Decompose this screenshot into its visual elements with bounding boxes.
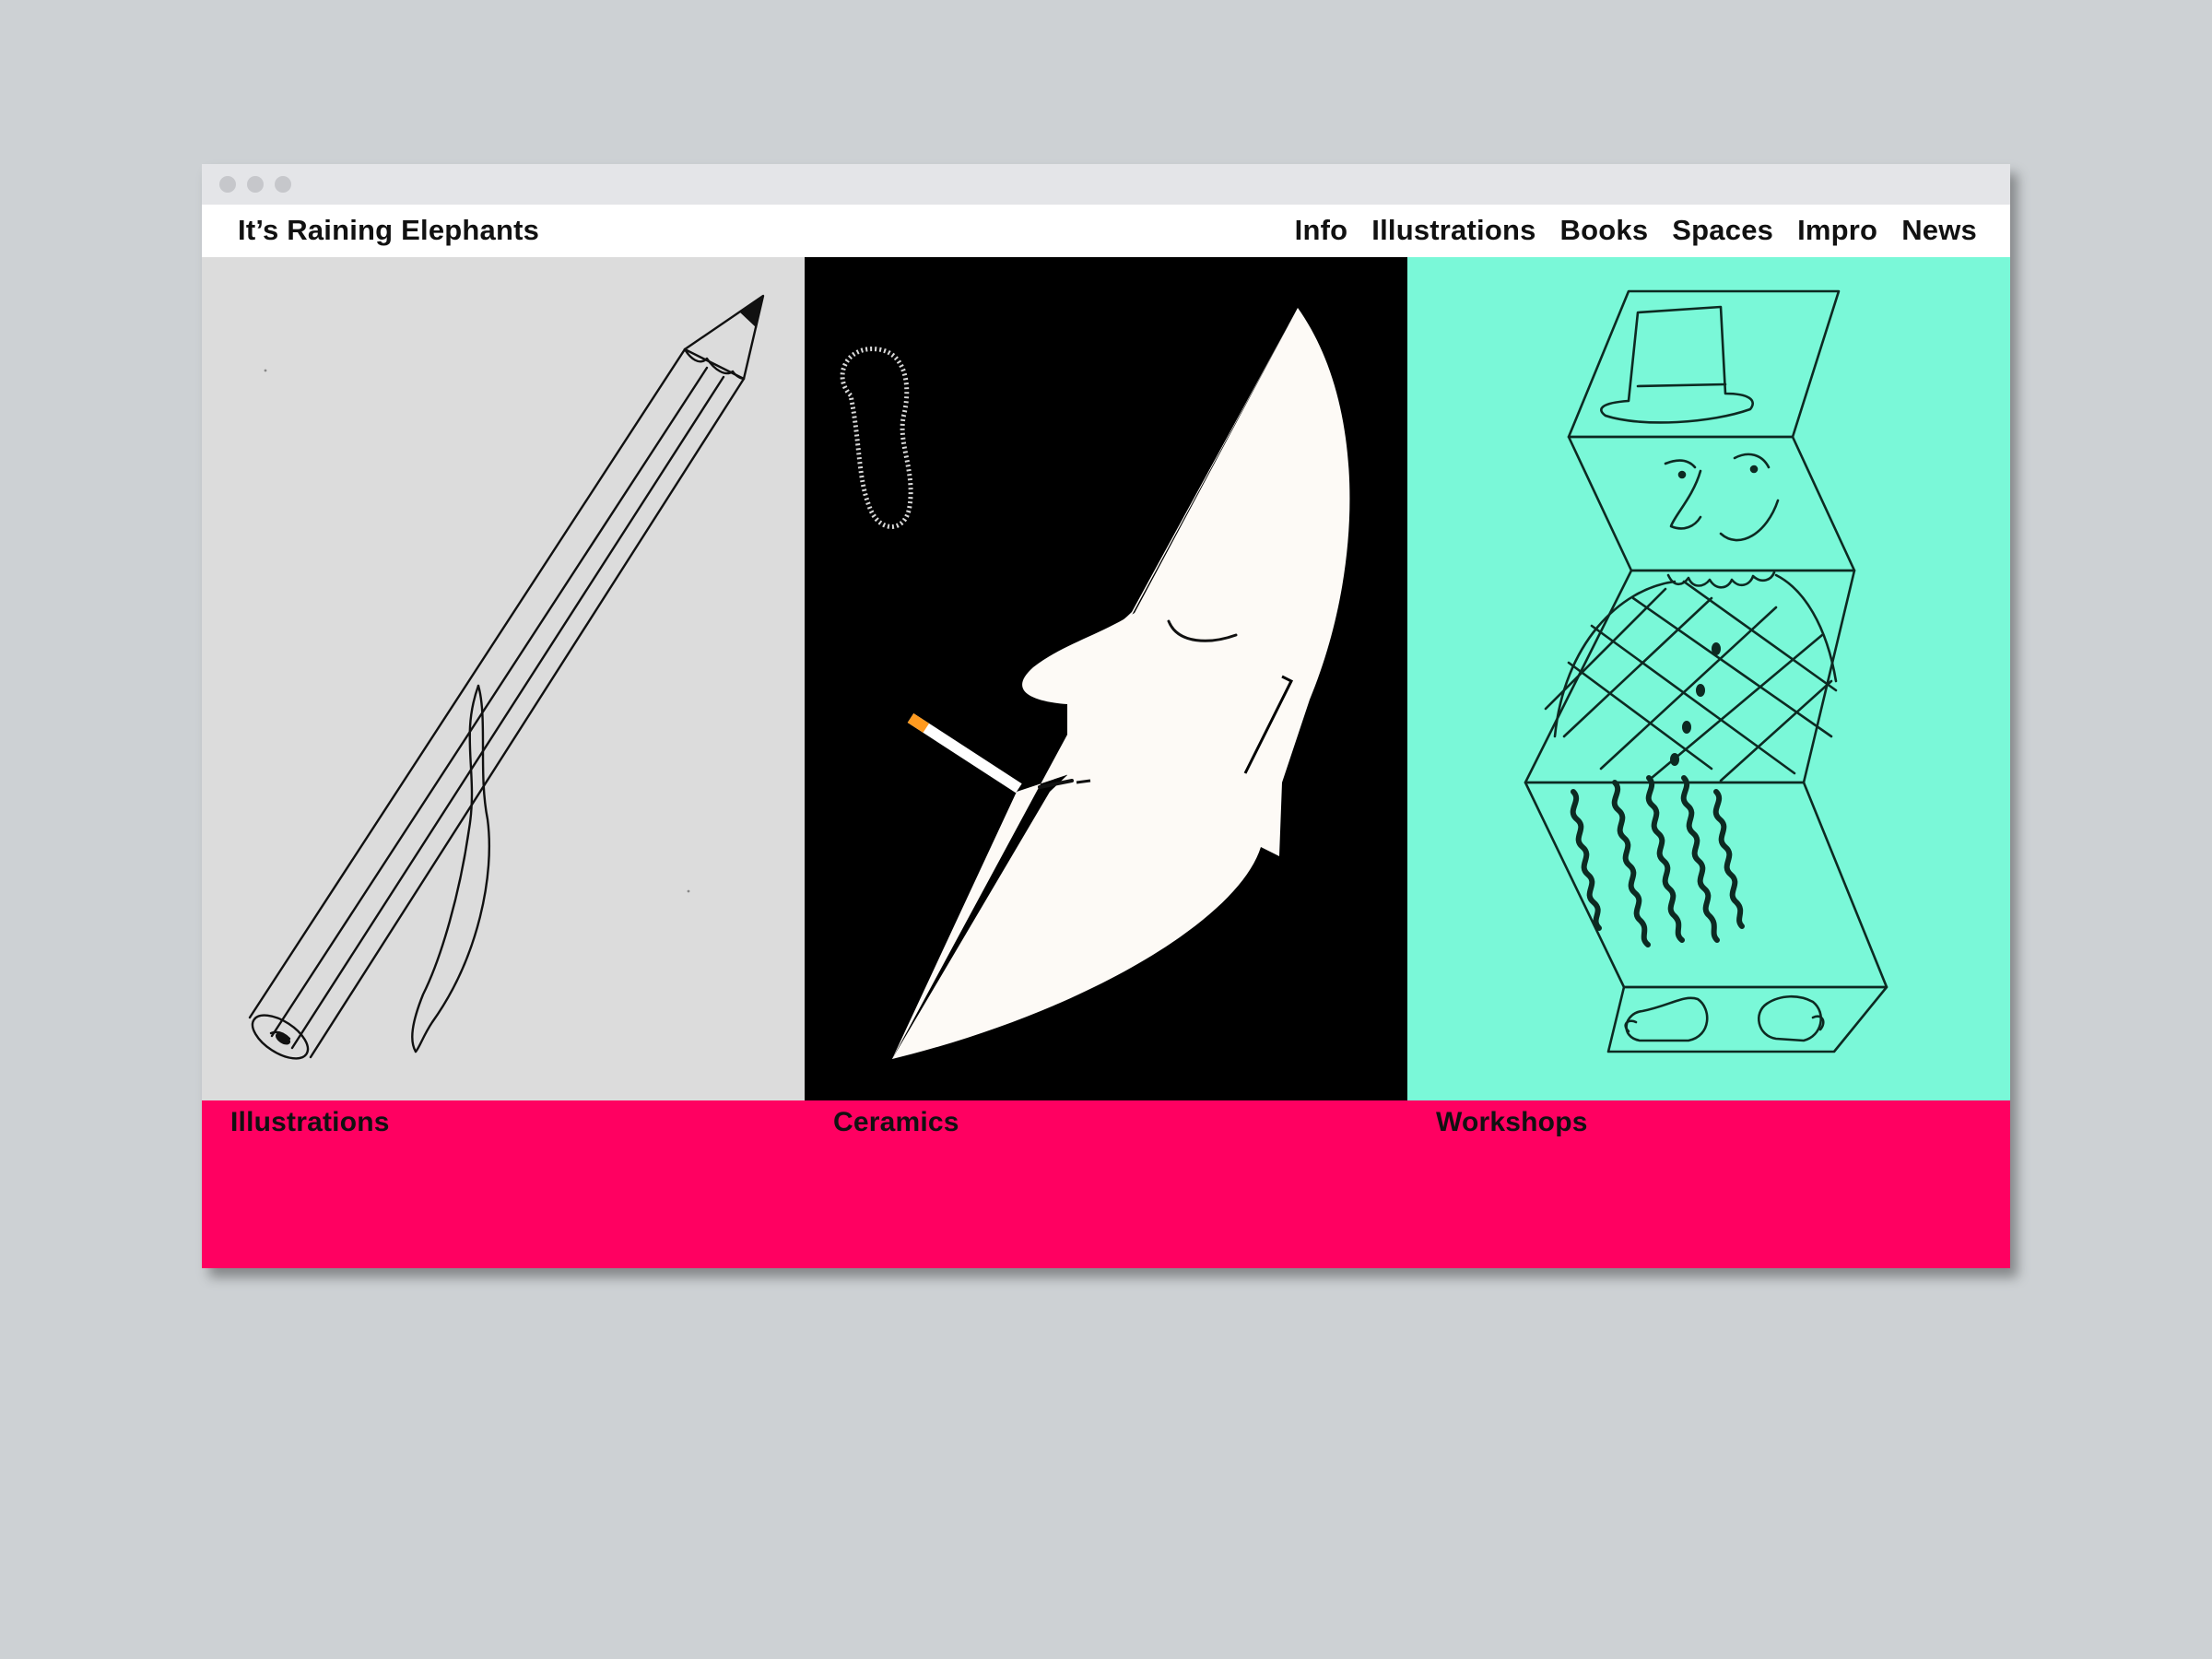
nav-item-illustrations[interactable]: Illustrations [1371,214,1535,247]
moon-face-smoking-illustration [840,308,1350,1059]
window-maximize-dot[interactable] [275,176,291,193]
browser-window: It’s Raining Elephants Info Illustration… [202,164,2010,1268]
window-minimize-dot[interactable] [247,176,264,193]
site-header: It’s Raining Elephants Info Illustration… [202,205,2010,257]
folded-zigzag-figure-illustration [1524,289,1888,1053]
section-label-workshops[interactable]: Workshops [1436,1107,1588,1138]
browser-chrome-bar [202,164,2010,205]
main-nav: Info Illustrations Books Spaces Impro Ne… [1295,214,1977,247]
nav-item-impro[interactable]: Impro [1797,214,1877,247]
nav-item-info[interactable]: Info [1295,214,1348,247]
pencil-illustration [248,294,765,1060]
section-panels [202,257,2010,1100]
nav-item-books[interactable]: Books [1560,214,1649,247]
nav-item-news[interactable]: News [1901,214,1977,247]
site-title[interactable]: It’s Raining Elephants [238,214,539,247]
panel-workshops[interactable] [1407,257,2010,1100]
section-label-ceramics[interactable]: Ceramics [833,1107,959,1138]
window-close-dot[interactable] [219,176,236,193]
panel-illustrations[interactable] [202,257,805,1100]
category-label-band: Illustrations Ceramics Workshops [202,1100,2010,1268]
nav-item-spaces[interactable]: Spaces [1672,214,1773,247]
panel-ceramics[interactable] [805,257,1407,1100]
section-label-illustrations[interactable]: Illustrations [230,1107,390,1138]
